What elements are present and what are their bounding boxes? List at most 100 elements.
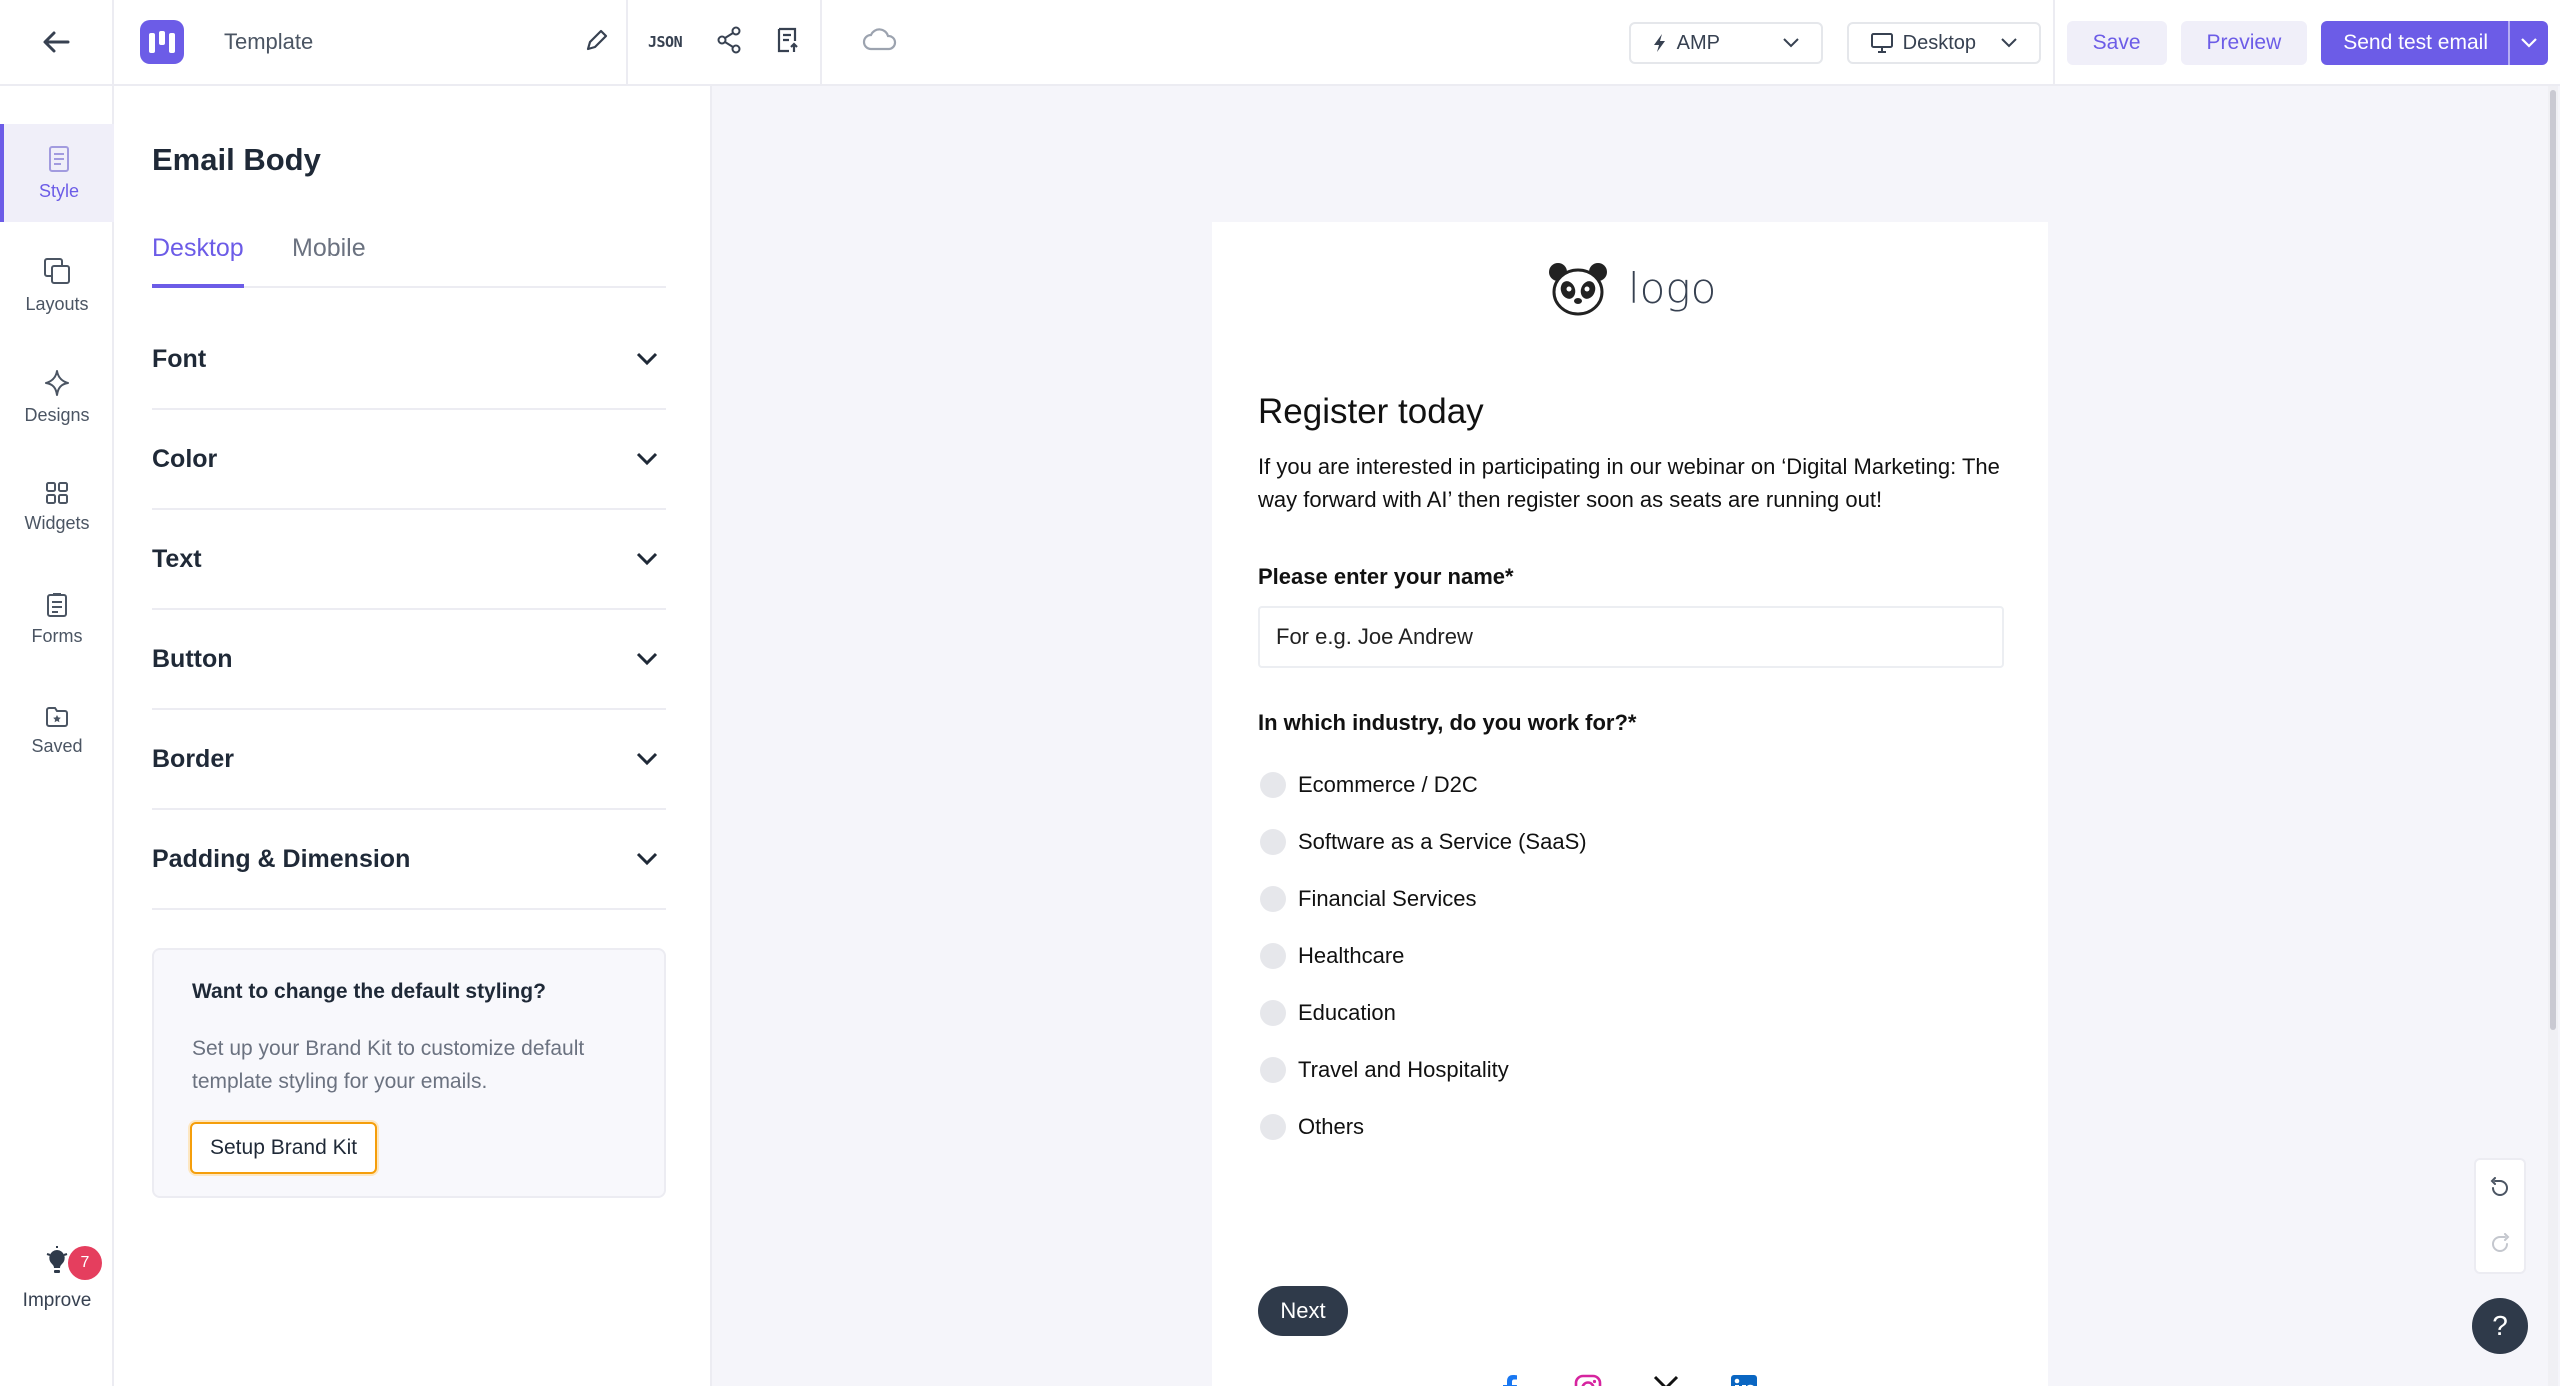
rail-item-designs[interactable]: Designs [0,348,114,446]
device-label: Desktop [1902,31,1977,54]
rail-item-label: Widgets [24,512,90,533]
option-label: Financial Services [1298,886,1477,911]
redo-icon[interactable] [2489,1233,2511,1255]
section-font[interactable]: Font [152,310,666,410]
industry-option[interactable]: Travel and Hospitality [1260,1057,1509,1083]
rail-item-layouts[interactable]: Layouts [0,236,114,334]
rail-item-style[interactable]: Style [0,124,114,222]
improve-button[interactable]: Improve [0,1236,114,1326]
app-logo [140,20,184,64]
email-heading[interactable]: Register today [1258,392,1484,432]
section-label: Text [152,544,202,573]
rail-item-saved[interactable]: Saved [0,682,114,780]
option-label: Others [1298,1114,1365,1139]
section-label: Color [152,444,218,473]
pencil-icon [586,29,608,51]
undo-icon[interactable] [2489,1177,2511,1199]
device-tabs: Desktop Mobile [152,234,666,288]
canvas-scrollbar-thumb[interactable] [2550,90,2556,1030]
improve-count-badge: 7 [68,1246,102,1280]
section-label: Border [152,744,234,773]
email-logo[interactable]: logo [1548,260,1716,316]
panel-title: Email Body [152,142,321,177]
industry-option[interactable]: Ecommerce / D2C [1260,772,1478,798]
radio-button[interactable] [1260,772,1286,798]
brand-kit-card: Want to change the default styling? Set … [152,948,666,1198]
radio-button[interactable] [1260,1057,1286,1083]
industry-option[interactable]: Others [1260,1114,1364,1140]
next-button[interactable]: Next [1258,1286,1348,1336]
section-border[interactable]: Border [152,710,666,810]
name-input[interactable]: For e.g. Joe Andrew [1258,606,2004,668]
share-button[interactable] [716,26,742,59]
email-preview: logo Register today If you are intereste… [1212,222,2048,1386]
radio-button[interactable] [1260,829,1286,855]
help-button[interactable]: ? [2472,1298,2528,1354]
industry-option[interactable]: Education [1260,1000,1396,1026]
radio-button[interactable] [1260,886,1286,912]
logo-text: logo [1628,263,1717,313]
section-color[interactable]: Color [152,410,666,510]
chevron-down-icon [1782,38,1799,48]
industry-option[interactable]: Software as a Service (SaaS) [1260,829,1587,855]
section-button[interactable]: Button [152,610,666,710]
cloud-sync-status [862,27,898,57]
industry-option[interactable]: Healthcare [1260,943,1404,969]
option-label: Healthcare [1298,943,1405,968]
improve-label: Improve [22,1290,92,1311]
back-button[interactable] [0,0,114,85]
chevron-down-icon [636,752,658,766]
edit-title-button[interactable] [584,27,610,58]
lightning-icon [1653,34,1665,52]
left-rail: Style Layouts Designs Widgets Forms Save… [0,86,114,1386]
template-title[interactable]: Template [224,29,313,55]
send-options-toggle[interactable] [2508,21,2548,65]
rail-item-label: Layouts [25,293,89,314]
option-label: Travel and Hospitality [1298,1057,1509,1082]
export-button[interactable] [776,26,800,59]
chevron-down-icon [636,652,658,666]
email-canvas: logo Register today If you are intereste… [712,86,2560,1386]
facebook-icon[interactable] [1496,1374,1524,1386]
send-test-email-label: Send test email [2343,31,2488,54]
widgets-icon [46,481,68,504]
preview-button[interactable]: Preview [2180,21,2308,65]
section-label: Button [152,644,233,673]
save-button[interactable]: Save [2066,21,2167,65]
app-logo-icon [149,31,175,53]
history-tools [2474,1158,2526,1274]
radio-button[interactable] [1260,1000,1286,1026]
amp-label: AMP [1676,31,1721,54]
setup-brand-kit-button[interactable]: Setup Brand Kit [190,1122,378,1174]
amp-dropdown-value: AMP [1653,32,1720,55]
top-bar: Template JSON AMP Desktop Save Preview S… [0,0,2560,86]
monitor-icon [1870,33,1893,53]
document-export-icon [778,27,798,52]
section-padding-dimension[interactable]: Padding & Dimension [152,810,666,910]
radio-button[interactable] [1260,1114,1286,1140]
section-label: Font [152,344,207,373]
saved-icon [46,706,68,727]
email-intro-text[interactable]: If you are interested in participating i… [1258,450,2018,516]
send-test-email-button[interactable]: Send test email [2321,21,2548,65]
tab-mobile[interactable]: Mobile [292,234,366,288]
linkedin-icon[interactable] [1730,1374,1758,1386]
rail-item-forms[interactable]: Forms [0,570,114,668]
json-button[interactable]: JSON [648,33,683,51]
rail-item-widgets[interactable]: Widgets [0,458,114,556]
tab-desktop[interactable]: Desktop [152,234,244,288]
amp-dropdown[interactable]: AMP [1628,22,1823,64]
device-dropdown[interactable]: Desktop [1846,22,2041,64]
x-icon[interactable] [1652,1374,1680,1386]
industry-option[interactable]: Financial Services [1260,886,1477,912]
rail-item-label: Style [38,180,80,201]
instagram-icon[interactable] [1574,1374,1602,1386]
style-icon [49,145,69,172]
chevron-down-icon [2521,38,2537,48]
section-text[interactable]: Text [152,510,666,610]
option-label: Software as a Service (SaaS) [1298,829,1587,854]
industry-question-label: In which industry, do you work for?* [1258,710,1637,735]
radio-button[interactable] [1260,943,1286,969]
top-bar-actions: AMP Desktop Save Preview Send test email [1628,0,2560,86]
section-label: Padding & Dimension [152,844,411,873]
